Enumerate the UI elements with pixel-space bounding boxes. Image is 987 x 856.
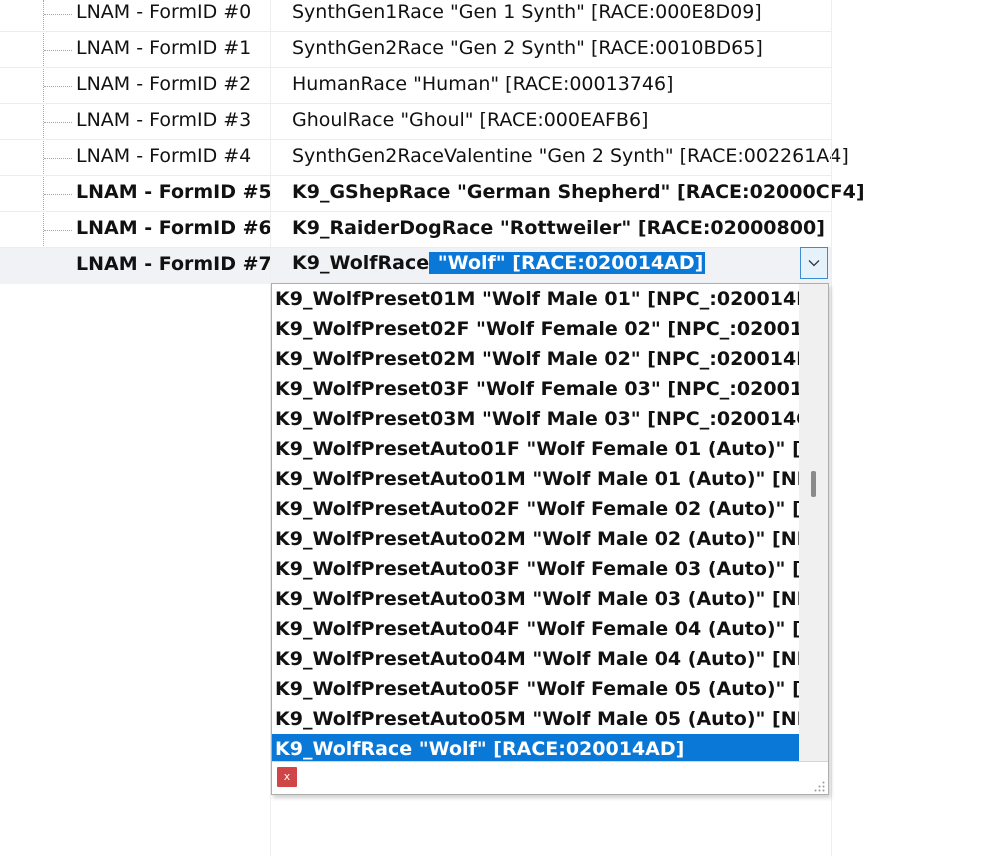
field-name: LNAM - FormID #3 xyxy=(76,109,252,131)
formid-editor-text[interactable]: K9_WolfRace "Wolf" [RACE:020014AD] xyxy=(292,246,706,282)
tree-row[interactable]: LNAM - FormID #6 K9_RaiderDogRace "Rottwe… xyxy=(0,212,832,248)
tree-row[interactable]: LNAM - FormID #2 HumanRace "Human" [RACE:… xyxy=(0,68,832,104)
editor-text-selection: "Wolf" [RACE:020014AD] xyxy=(429,252,706,274)
field-name: LNAM - FormID #6 xyxy=(76,217,272,239)
field-value[interactable]: GhoulRace "Ghoul" [RACE:000EAFB6] xyxy=(292,104,648,140)
field-value[interactable]: SynthGen1Race "Gen 1 Synth" [RACE:000E8D… xyxy=(292,0,762,32)
field-name: LNAM - FormID #2 xyxy=(76,73,252,95)
tree-row[interactable]: LNAM - FormID #1 SynthGen2Race "Gen 2 Syn… xyxy=(0,32,832,68)
field-name: LNAM - FormID #4 xyxy=(76,145,252,167)
field-value[interactable]: SynthGen2RaceValentine "Gen 2 Synth" [RA… xyxy=(292,140,849,176)
dropdown-scrollbar[interactable] xyxy=(799,284,828,761)
field-name: LNAM - FormID #7 xyxy=(76,253,272,275)
dropdown-option[interactable]: K9_WolfPreset02F "Wolf Female 02" [NPC_:… xyxy=(272,314,799,344)
grid-right-border xyxy=(831,0,832,856)
tree-row[interactable]: LNAM - FormID #3 GhoulRace "Ghoul" [RACE:… xyxy=(0,104,832,140)
field-name: LNAM - FormID #0 xyxy=(76,1,252,23)
dropdown-footer: x xyxy=(272,761,828,794)
dropdown-list[interactable]: K9_WolfPreset01M "Wolf Male 01" [NPC_:02… xyxy=(271,283,829,795)
dropdown-option[interactable]: K9_WolfPresetAuto05F "Wolf Female 05 (Au… xyxy=(272,674,799,704)
dropdown-option[interactable]: K9_WolfPresetAuto03F "Wolf Female 03 (Au… xyxy=(272,554,799,584)
dropdown-option[interactable]: K9_WolfPresetAuto02F "Wolf Female 02 (Au… xyxy=(272,494,799,524)
close-icon: x xyxy=(283,770,291,783)
record-tree: LNAM - FormID #0 SynthGen1Race "Gen 1 Syn… xyxy=(0,0,987,284)
field-value[interactable]: K9_GShepRace "German Shepherd" [RACE:020… xyxy=(292,176,865,212)
dropdown-option[interactable]: K9_WolfPreset02M "Wolf Male 02" [NPC_:02… xyxy=(272,344,799,374)
dropdown-option[interactable]: K9_WolfPresetAuto01F "Wolf Female 01 (Au… xyxy=(272,434,799,464)
dropdown-option[interactable]: K9_WolfPreset03M "Wolf Male 03" [NPC_:02… xyxy=(272,404,799,434)
clear-button[interactable]: x xyxy=(277,767,297,787)
field-value[interactable]: SynthGen2Race "Gen 2 Synth" [RACE:0010BD… xyxy=(292,32,763,68)
dropdown-option[interactable]: K9_WolfPreset03F "Wolf Female 03" [NPC_:… xyxy=(272,374,799,404)
editor-text-unselected: K9_WolfRace xyxy=(292,252,430,274)
field-name: LNAM - FormID #1 xyxy=(76,37,252,59)
resize-grip-icon[interactable] xyxy=(814,781,825,792)
chevron-down-icon xyxy=(808,260,820,267)
dropdown-option[interactable]: K9_WolfPresetAuto04F "Wolf Female 04 (Au… xyxy=(272,614,799,644)
dropdown-option[interactable]: K9_WolfRace "Wolf" [RACE:020014AD] xyxy=(272,734,799,761)
scrollbar-thumb[interactable] xyxy=(811,471,816,497)
dropdown-option[interactable]: K9_WolfPresetAuto01M "Wolf Male 01 (Auto… xyxy=(272,464,799,494)
dropdown-option[interactable]: K9_WolfPresetAuto04M "Wolf Male 04 (Auto… xyxy=(272,644,799,674)
field-value[interactable]: K9_RaiderDogRace "Rottweiler" [RACE:0200… xyxy=(292,212,825,248)
field-value[interactable]: HumanRace "Human" [RACE:00013746] xyxy=(292,68,673,104)
dropdown-option[interactable]: K9_WolfPresetAuto05M "Wolf Male 05 (Auto… xyxy=(272,704,799,734)
dropdown-option[interactable]: K9_WolfPresetAuto02M "Wolf Male 02 (Auto… xyxy=(272,524,799,554)
dropdown-option[interactable]: K9_WolfPreset01M "Wolf Male 01" [NPC_:02… xyxy=(272,284,799,314)
tree-row[interactable]: LNAM - FormID #0 SynthGen1Race "Gen 1 Syn… xyxy=(0,0,832,32)
tree-row[interactable]: LNAM - FormID #5 K9_GShepRace "German She… xyxy=(0,176,865,212)
field-name: LNAM - FormID #5 xyxy=(76,181,272,203)
dropdown-options: K9_WolfPreset01M "Wolf Male 01" [NPC_:02… xyxy=(272,284,799,761)
dropdown-toggle-button[interactable] xyxy=(800,247,828,279)
dropdown-option[interactable]: K9_WolfPresetAuto03M "Wolf Male 03 (Auto… xyxy=(272,584,799,614)
tree-row[interactable]: LNAM - FormID #4 SynthGen2RaceValentine "… xyxy=(0,140,849,176)
